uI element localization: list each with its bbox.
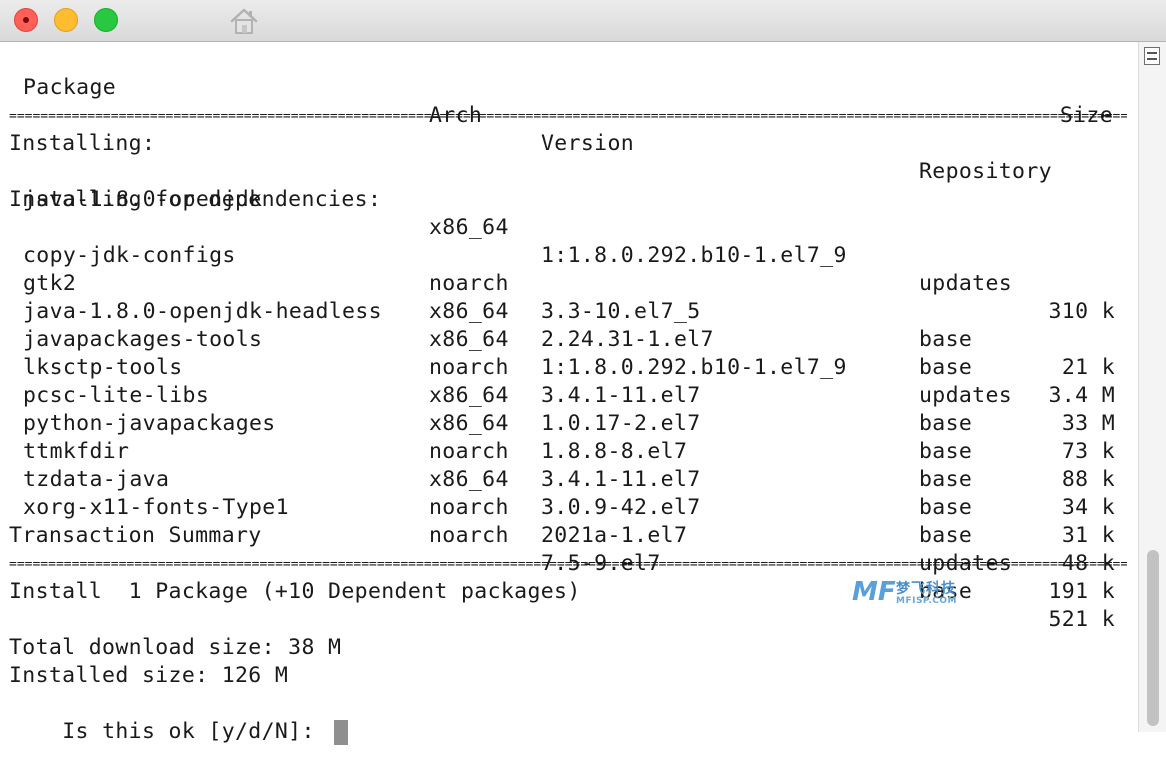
title-bar bbox=[0, 0, 1166, 42]
close-dot-icon bbox=[23, 17, 29, 23]
row-size: 34 k bbox=[1061, 495, 1115, 520]
row-repository: base bbox=[919, 523, 973, 548]
vertical-scrollbar[interactable] bbox=[1138, 42, 1166, 732]
table-row: java-1.8.0-openjdk-headless x86_64 1:1.8… bbox=[9, 270, 1129, 436]
header-version: Version bbox=[541, 131, 635, 156]
group-label-dependencies: Installing for dependencies: bbox=[9, 187, 382, 212]
watermark: MF 梦飞科技 MFISP.COM bbox=[852, 578, 964, 608]
row-version: 3.0.9-42.el7 bbox=[541, 495, 701, 520]
row-version: 2021a-1.el7 bbox=[541, 523, 688, 548]
watermark-text-cn: 梦飞科技 bbox=[896, 581, 956, 597]
row-size: 521 k bbox=[1048, 607, 1115, 632]
watermark-logo: MF bbox=[852, 577, 896, 607]
split-pane-icon[interactable] bbox=[1144, 47, 1160, 65]
separator-line: ========================================… bbox=[9, 114, 1127, 120]
terminal-output[interactable]: Package Arch Version Repository Size ===… bbox=[0, 42, 1138, 745]
text-cursor bbox=[334, 719, 349, 745]
table-row: ttmkfdir x86_64 3.0.9-42.el7 base 48 k bbox=[9, 410, 1129, 576]
separator-line: ========================================… bbox=[9, 562, 1127, 568]
table-row: pcsc-lite-libs x86_64 1.8.8-8.el7 base 3… bbox=[9, 354, 1129, 520]
row-arch: noarch bbox=[429, 523, 509, 548]
group-label-installing: Installing: bbox=[9, 131, 156, 156]
table-row: copy-jdk-configs noarch 3.3-10.el7_5 bas… bbox=[9, 214, 1129, 380]
installed-size: Installed size: 126 M bbox=[9, 663, 289, 688]
watermark-text-en: MFISP.COM bbox=[896, 596, 958, 606]
table-row: javapackages-tools noarch 3.4.1-11.el7 b… bbox=[9, 298, 1129, 464]
table-row: python-javapackages noarch 3.4.1-11.el7 … bbox=[9, 382, 1129, 548]
table-row: xorg-x11-fonts-Type1 noarch 7.5-9.el7 ba… bbox=[9, 466, 1129, 632]
table-row: lksctp-tools x86_64 1.0.17-2.el7 base 88… bbox=[9, 326, 1129, 492]
total-download-size: Total download size: 38 M bbox=[9, 635, 342, 660]
table-header: Package Arch Version Repository bbox=[9, 46, 1129, 184]
row-repository: base bbox=[919, 495, 973, 520]
zoom-button[interactable] bbox=[94, 8, 118, 32]
table-row: tzdata-java noarch 2021a-1.el7 updates 1… bbox=[9, 438, 1129, 604]
row-package: xorg-x11-fonts-Type1 bbox=[23, 495, 289, 520]
table-row: gtk2 x86_64 2.24.31-1.el7 base 3.4 M bbox=[9, 242, 1129, 408]
scrollbar-thumb[interactable] bbox=[1147, 550, 1159, 726]
row-size: 31 k bbox=[1061, 523, 1115, 548]
home-icon[interactable] bbox=[229, 7, 259, 35]
close-button[interactable] bbox=[14, 8, 38, 32]
transaction-summary-title: Transaction Summary bbox=[9, 523, 262, 548]
confirm-prompt[interactable]: Is this ok [y/d/N]: bbox=[9, 690, 349, 745]
table-row: java-1.8.0-openjdk x86_64 1:1.8.0.292.b1… bbox=[9, 158, 1129, 324]
row-size: 191 k bbox=[1048, 579, 1115, 604]
table-header-size-row: Size bbox=[9, 74, 1129, 128]
row-arch: noarch bbox=[429, 495, 509, 520]
minimize-button[interactable] bbox=[54, 8, 78, 32]
install-summary: Install 1 Package (+10 Dependent package… bbox=[9, 579, 581, 604]
